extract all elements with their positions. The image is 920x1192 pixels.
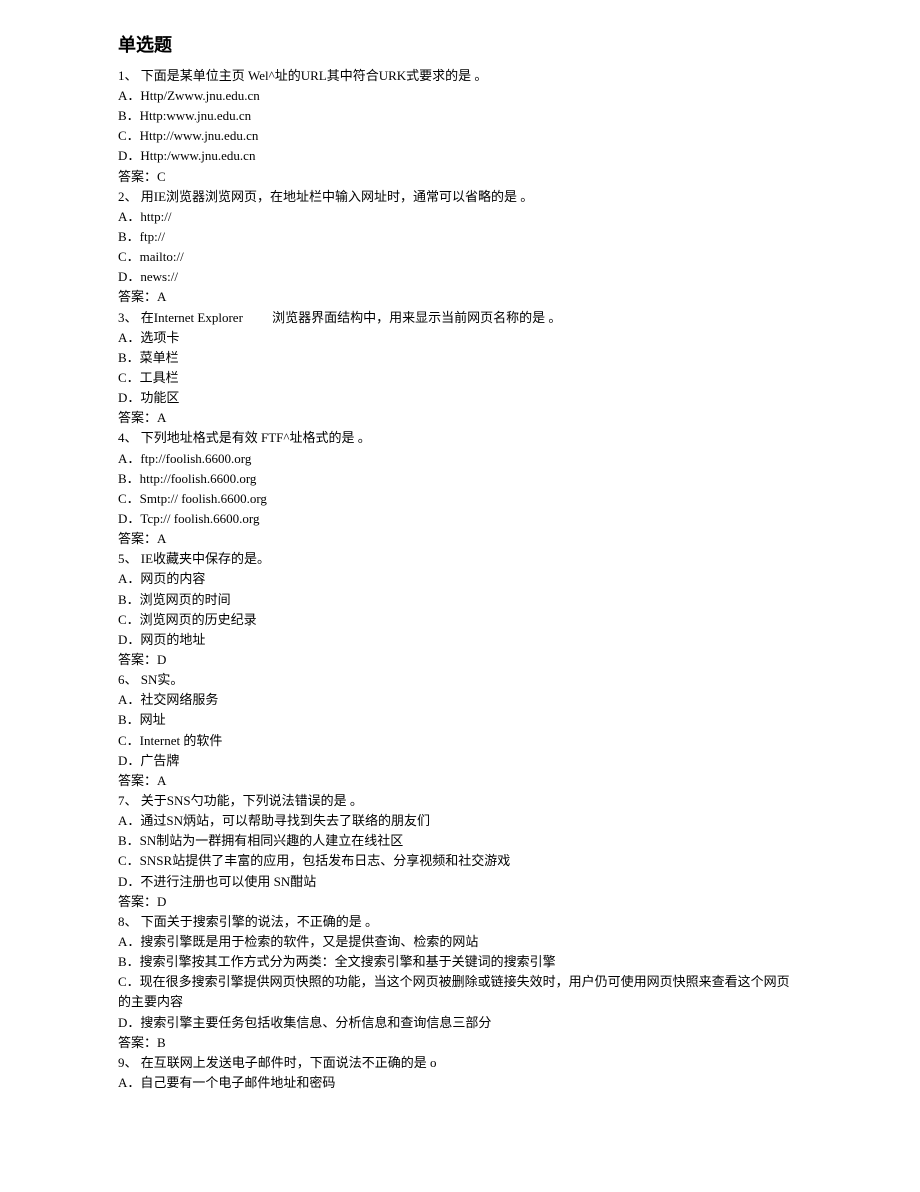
question-answer: 答案：C <box>118 167 802 187</box>
question-stem: 3、 在Internet Explorer 浏览器界面结构中，用来显示当前网页名… <box>118 308 802 328</box>
question-option: C．Smtp:// foolish.6600.org <box>118 489 802 509</box>
question-option: A．社交网络服务 <box>118 690 802 710</box>
question-option: B．Http:www.jnu.edu.cn <box>118 106 802 126</box>
question-option: D．Http:/www.jnu.edu.cn <box>118 146 802 166</box>
question-answer: 答案：A <box>118 408 802 428</box>
question-option: A．搜索引擎既是用于检索的软件，又是提供查询、检索的网站 <box>118 932 802 952</box>
question-option: B．http://foolish.6600.org <box>118 469 802 489</box>
question-stem: 4、 下列地址格式是有效 FTF^址格式的是 。 <box>118 428 802 448</box>
question-option: A．ftp://foolish.6600.org <box>118 449 802 469</box>
question-option: B．ftp:// <box>118 227 802 247</box>
question-option: A．Http/Zwww.jnu.edu.cn <box>118 86 802 106</box>
question-option: B．浏览网页的时间 <box>118 590 802 610</box>
question-stem: 8、 下面关于搜索引擎的说法，不正确的是 。 <box>118 912 802 932</box>
question-answer: 答案：A <box>118 771 802 791</box>
document-page: 单选题 1、 下面是某单位主页 Wel^址的URL其中符合URK式要求的是 。A… <box>0 0 920 1192</box>
question-stem: 1、 下面是某单位主页 Wel^址的URL其中符合URK式要求的是 。 <box>118 66 802 86</box>
question-answer: 答案：D <box>118 892 802 912</box>
question-option: C．现在很多搜索引擎提供网页快照的功能，当这个网页被删除或链接失效时，用户仍可使… <box>118 972 802 1012</box>
question-option: D．网页的地址 <box>118 630 802 650</box>
question-option: B．搜索引擎按其工作方式分为两类：全文搜索引擎和基于关键词的搜索引擎 <box>118 952 802 972</box>
question-option: D．不进行注册也可以使用 SN酣站 <box>118 872 802 892</box>
question-option: C．Internet 的软件 <box>118 731 802 751</box>
question-option: C．mailto:// <box>118 247 802 267</box>
question-option: A．自己要有一个电子邮件地址和密码 <box>118 1073 802 1093</box>
question-option: B．SN制站为一群拥有相同兴趣的人建立在线社区 <box>118 831 802 851</box>
question-answer: 答案：B <box>118 1033 802 1053</box>
question-stem: 6、 SN实。 <box>118 670 802 690</box>
question-option: C．工具栏 <box>118 368 802 388</box>
question-option: A．通过SN炳站，可以帮助寻找到失去了联络的朋友们 <box>118 811 802 831</box>
question-answer: 答案：D <box>118 650 802 670</box>
question-option: C．浏览网页的历史纪录 <box>118 610 802 630</box>
question-option: D．搜索引擎主要任务包括收集信息、分析信息和查询信息三部分 <box>118 1013 802 1033</box>
question-stem: 5、 IE收藏夹中保存的是。 <box>118 549 802 569</box>
question-option: A．选项卡 <box>118 328 802 348</box>
question-answer: 答案：A <box>118 287 802 307</box>
question-stem: 9、 在互联网上发送电子邮件时，下面说法不正确的是 o <box>118 1053 802 1073</box>
question-list: 1、 下面是某单位主页 Wel^址的URL其中符合URK式要求的是 。A．Htt… <box>118 66 802 1093</box>
section-title: 单选题 <box>118 32 802 60</box>
question-option: D．Tcp:// foolish.6600.org <box>118 509 802 529</box>
question-option: C．SNSR站提供了丰富的应用，包括发布日志、分享视频和社交游戏 <box>118 851 802 871</box>
question-option: D．news:// <box>118 267 802 287</box>
question-option: A．http:// <box>118 207 802 227</box>
question-option: A．网页的内容 <box>118 569 802 589</box>
question-option: D．功能区 <box>118 388 802 408</box>
question-stem: 2、 用IE浏览器浏览网页，在地址栏中输入网址时，通常可以省略的是 。 <box>118 187 802 207</box>
question-stem: 7、 关于SNS勺功能，下列说法错误的是 。 <box>118 791 802 811</box>
question-answer: 答案：A <box>118 529 802 549</box>
question-option: B．网址 <box>118 710 802 730</box>
question-option: D．广告牌 <box>118 751 802 771</box>
question-option: B．菜单栏 <box>118 348 802 368</box>
question-option: C．Http://www.jnu.edu.cn <box>118 126 802 146</box>
